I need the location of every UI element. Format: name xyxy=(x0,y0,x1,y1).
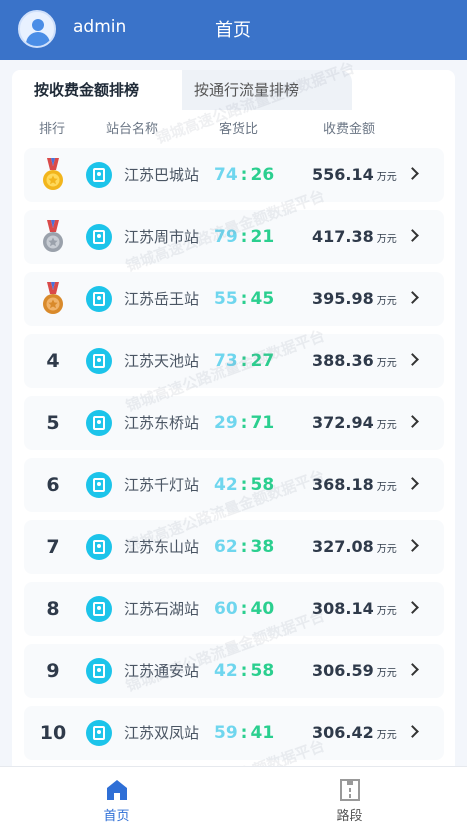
avatar-head-shape xyxy=(32,19,44,31)
toll-amount: 417.38 万元 xyxy=(312,227,397,246)
passenger-freight-ratio: 55:45 xyxy=(214,289,275,309)
station-name: 江苏巴城站 xyxy=(124,166,200,184)
station-icon xyxy=(86,534,112,560)
chevron-right-icon[interactable] xyxy=(406,353,419,366)
bronze-medal-icon xyxy=(43,282,63,314)
passenger-freight-ratio: 59:41 xyxy=(214,723,275,743)
passenger-freight-ratio: 42:58 xyxy=(214,475,275,495)
avatar-body-shape xyxy=(26,32,50,46)
station-name: 江苏东桥站 xyxy=(124,414,200,432)
chevron-right-icon[interactable] xyxy=(406,229,419,242)
toll-amount: 372.94 万元 xyxy=(312,413,397,432)
passenger-freight-ratio: 29:71 xyxy=(214,413,275,433)
passenger-freight-ratio: 60:40 xyxy=(214,599,275,619)
table-row[interactable]: 9 江苏通安站 42:58 306.59 万元 xyxy=(24,644,444,698)
table-row[interactable]: 江苏周市站 79:21 417.38 万元 xyxy=(24,210,444,264)
station-icon xyxy=(86,224,112,250)
app-header: admin 首页 xyxy=(0,0,467,60)
station-name: 江苏周市站 xyxy=(124,228,200,246)
station-icon xyxy=(86,472,112,498)
chevron-right-icon[interactable] xyxy=(406,415,419,428)
passenger-freight-ratio: 79:21 xyxy=(214,227,275,247)
route-icon xyxy=(340,779,360,801)
tab-by-traffic[interactable]: 按通行流量排榜 xyxy=(182,70,352,110)
chevron-right-icon[interactable] xyxy=(406,291,419,304)
chevron-right-icon[interactable] xyxy=(406,601,419,614)
station-icon xyxy=(86,410,112,436)
rank-number: 9 xyxy=(46,660,60,682)
chevron-right-icon[interactable] xyxy=(406,167,419,180)
rank-number: 4 xyxy=(46,350,60,372)
column-header-rank: 排行 xyxy=(39,122,66,137)
station-name: 江苏天池站 xyxy=(124,352,200,370)
station-icon xyxy=(86,658,112,684)
toll-amount: 368.18 万元 xyxy=(312,475,397,494)
station-icon xyxy=(86,720,112,746)
station-name: 江苏东山站 xyxy=(124,538,200,556)
column-header-station: 站台名称 xyxy=(106,122,159,137)
toll-amount: 327.08 万元 xyxy=(312,537,397,556)
station-icon xyxy=(86,162,112,188)
toll-amount: 556.14 万元 xyxy=(312,165,397,184)
nav-route-label: 路段 xyxy=(336,809,363,824)
station-icon xyxy=(86,348,112,374)
column-header-amount: 收费金额 xyxy=(323,122,376,137)
table-row[interactable]: 7 江苏东山站 62:38 327.08 万元 xyxy=(24,520,444,574)
chevron-right-icon[interactable] xyxy=(406,725,419,738)
ranking-tabs: 按收费金额排榜 按通行流量排榜 xyxy=(12,70,455,110)
passenger-freight-ratio: 73:27 xyxy=(214,351,275,371)
rank-number: 8 xyxy=(46,598,60,620)
chevron-right-icon[interactable] xyxy=(406,663,419,676)
page-title: 首页 xyxy=(215,20,251,41)
station-name: 江苏千灯站 xyxy=(124,476,200,494)
table-row[interactable]: 8 江苏石湖站 60:40 308.14 万元 xyxy=(24,582,444,636)
tab-by-amount[interactable]: 按收费金额排榜 xyxy=(12,70,182,110)
toll-amount: 388.36 万元 xyxy=(312,351,397,370)
passenger-freight-ratio: 62:38 xyxy=(214,537,275,557)
station-icon xyxy=(86,286,112,312)
rank-number: 7 xyxy=(46,536,60,558)
toll-amount: 306.59 万元 xyxy=(312,661,397,680)
bottom-navigation: 首页 路段 xyxy=(0,766,467,828)
chevron-right-icon[interactable] xyxy=(406,477,419,490)
passenger-freight-ratio: 74:26 xyxy=(214,165,275,185)
username: admin xyxy=(73,17,127,37)
rank-number: 5 xyxy=(46,412,60,434)
rank-number: 6 xyxy=(46,474,60,496)
table-row[interactable]: 6 江苏千灯站 42:58 368.18 万元 xyxy=(24,458,444,512)
table-row[interactable]: 江苏巴城站 74:26 556.14 万元 xyxy=(24,148,444,202)
silver-medal-icon xyxy=(43,220,63,252)
column-header-ratio: 客货比 xyxy=(219,122,259,137)
station-name: 江苏岳王站 xyxy=(124,290,200,308)
home-icon xyxy=(107,780,127,800)
nav-route[interactable]: 路段 xyxy=(233,767,466,828)
toll-amount: 308.14 万元 xyxy=(312,599,397,618)
table-row[interactable]: 4 江苏天池站 73:27 388.36 万元 xyxy=(24,334,444,388)
table-row[interactable]: 5 江苏东桥站 29:71 372.94 万元 xyxy=(24,396,444,450)
station-name: 江苏石湖站 xyxy=(124,600,200,618)
station-name: 江苏通安站 xyxy=(124,662,200,680)
passenger-freight-ratio: 42:58 xyxy=(214,661,275,681)
toll-amount: 306.42 万元 xyxy=(312,723,397,742)
avatar[interactable] xyxy=(18,10,56,48)
table-row[interactable]: 江苏岳王站 55:45 395.98 万元 xyxy=(24,272,444,326)
gold-medal-icon xyxy=(43,158,63,190)
nav-home[interactable]: 首页 xyxy=(0,767,233,828)
toll-amount: 395.98 万元 xyxy=(312,289,397,308)
table-row[interactable]: 10 江苏双凤站 59:41 306.42 万元 xyxy=(24,706,444,760)
station-name: 江苏双凤站 xyxy=(124,724,200,742)
chevron-right-icon[interactable] xyxy=(406,539,419,552)
station-icon xyxy=(86,596,112,622)
rank-number: 10 xyxy=(39,722,67,744)
nav-home-label: 首页 xyxy=(103,809,130,824)
